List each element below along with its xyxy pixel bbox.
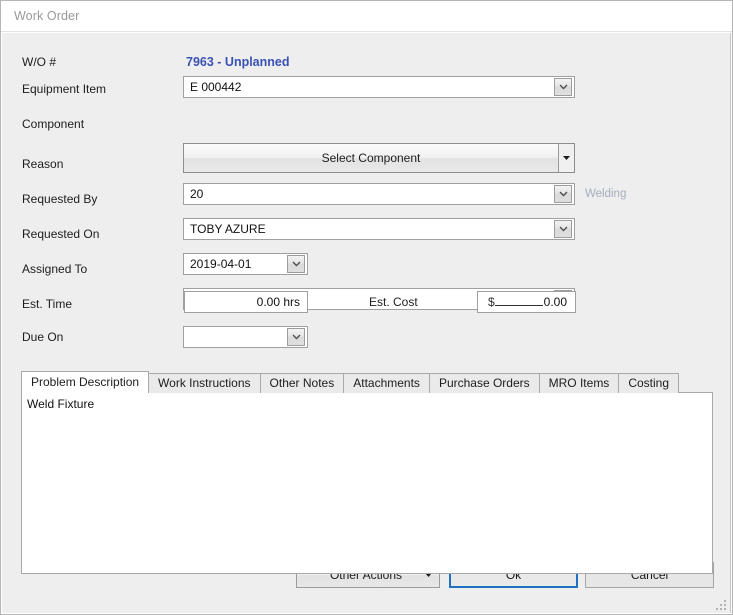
est-time-input[interactable]: 0.00 hrs [184,291,308,313]
due-on-label: Due On [22,330,64,344]
est-cost-amount: 0.00 [543,295,567,309]
row-requested-on: Requested On [2,223,730,245]
tab-problem-description[interactable]: Problem Description [21,371,150,393]
tab-costing[interactable]: Costing [618,373,679,393]
equipment-item-combobox[interactable]: E 000442 [183,76,575,98]
row-requested-by: Requested By [2,188,730,210]
tab-other-notes[interactable]: Other Notes [259,373,345,393]
tab-mro-items[interactable]: MRO Items [538,373,620,393]
est-cost-masked-value: $ 0.00 [478,295,575,309]
est-cost-mask-underline [494,296,543,306]
row-est-time: Est. Time [2,293,730,315]
row-assigned-to: Assigned To [2,258,730,280]
row-wo-number: W/O # 7963 - Unplanned [2,51,730,73]
requested-on-label: Requested On [22,227,100,241]
due-on-datepicker[interactable] [183,326,308,348]
tab-work-instructions[interactable]: Work Instructions [148,373,261,393]
reason-label: Reason [22,157,64,171]
wo-number-label: W/O # [22,55,57,69]
wo-number-value: 7963 - Unplanned [186,55,290,69]
component-label: Component [22,117,85,131]
window-titlebar: Work Order [1,1,732,32]
tab-attachments[interactable]: Attachments [343,373,430,393]
tab-purchase-orders[interactable]: Purchase Orders [428,373,540,393]
est-time-value: 0.00 hrs [256,295,300,309]
resize-grip-icon[interactable] [714,598,726,610]
assigned-to-label: Assigned To [22,262,88,276]
chevron-down-icon[interactable] [287,328,305,346]
row-reason: Reason [2,153,730,175]
row-component: Component [2,113,730,135]
est-time-label: Est. Time [22,297,73,311]
problem-description-textarea[interactable]: Weld Fixture [21,392,713,574]
est-cost-currency-symbol: $ [488,295,495,309]
chevron-down-icon[interactable] [554,78,572,96]
equipment-item-label: Equipment Item [22,82,107,96]
form-body: W/O # 7963 - Unplanned Equipment Item E … [2,33,730,613]
requested-by-label: Requested By [22,192,98,206]
est-cost-input[interactable]: $ 0.00 [477,291,576,313]
equipment-item-value: E 000442 [190,80,242,94]
problem-description-text: Weld Fixture [27,397,95,411]
est-cost-label: Est. Cost [369,295,418,309]
work-order-window: Work Order W/O # 7963 - Unplanned Equipm… [0,0,733,615]
tab-strip: Problem Description Work Instructions Ot… [21,371,713,393]
row-due-on: Due On [2,326,730,348]
work-order-form-panel: W/O # 7963 - Unplanned Equipment Item E … [2,33,731,613]
window-title: Work Order [14,9,80,23]
